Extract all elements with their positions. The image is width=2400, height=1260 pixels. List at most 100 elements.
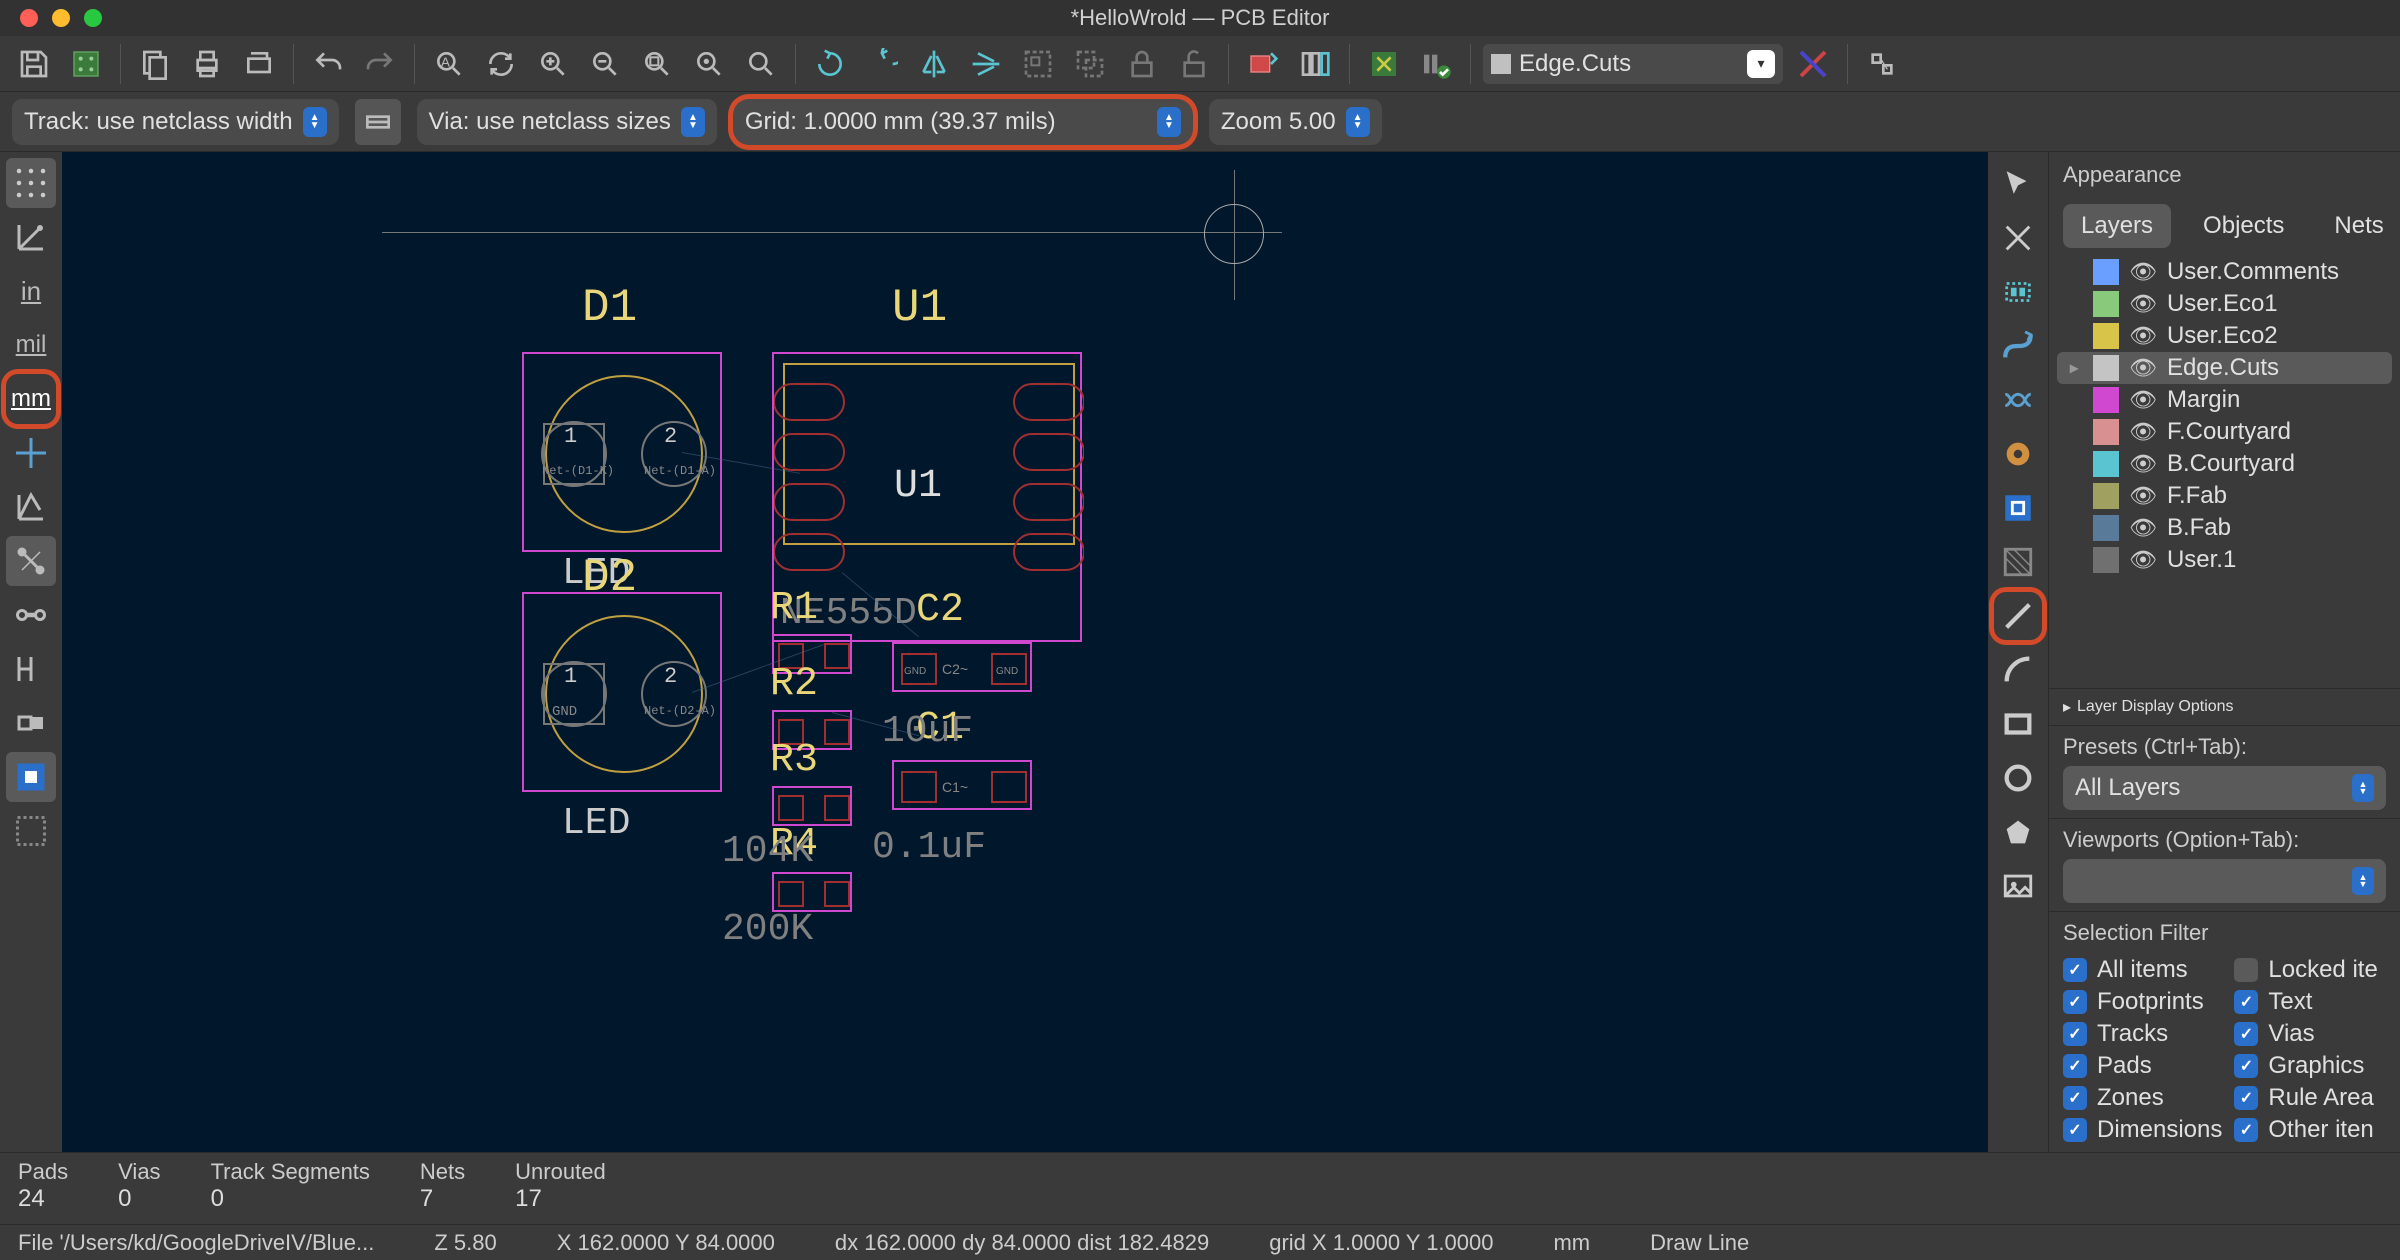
layer-row[interactable]: ▸👁Edge.Cuts [2057,352,2392,384]
layer-row[interactable]: 👁User.Eco1 [2057,288,2392,320]
library-icon[interactable] [1293,42,1337,86]
place-footprint-icon[interactable] [1994,268,2042,316]
draw-polygon-icon[interactable] [1994,808,2042,856]
add-zone-icon[interactable] [1994,484,2042,532]
select-tool-icon[interactable] [1994,160,2042,208]
zoom-in-icon[interactable] [531,42,575,86]
mils-unit-button[interactable]: mil [6,320,56,370]
show-ratsnest-icon[interactable] [1860,42,1904,86]
unlock-icon[interactable] [1172,42,1216,86]
filter-item[interactable]: ✓Rule Area [2234,1084,2386,1112]
checkbox-icon[interactable]: ✓ [2234,990,2258,1014]
rotate-cw-icon[interactable] [860,42,904,86]
minimize-window-button[interactable] [52,9,70,27]
layer-color-swatch[interactable] [2093,451,2119,477]
place-image-icon[interactable] [1994,862,2042,910]
cursor-shape-icon[interactable] [6,428,56,478]
checkbox-icon[interactable]: ✓ [2063,1054,2087,1078]
zoom-out-icon[interactable] [583,42,627,86]
visibility-eye-icon[interactable]: 👁 [2129,547,2157,573]
mirror-h-icon[interactable] [912,42,956,86]
board-setup-icon[interactable] [64,42,108,86]
zoom-objects-icon[interactable] [687,42,731,86]
visibility-eye-icon[interactable]: 👁 [2129,483,2157,509]
checkbox-icon[interactable]: ✓ [2063,1022,2087,1046]
layer-row[interactable]: 👁User.1 [2057,544,2392,576]
page-setup-icon[interactable] [133,42,177,86]
filter-item[interactable]: ✓Footprints [2063,988,2222,1016]
zoom-select[interactable]: Zoom 5.00 ▲▼ [1209,99,1382,145]
footprint-C1[interactable]: C1~ [892,760,1032,810]
redo-icon[interactable] [358,42,402,86]
filter-item[interactable]: ✓Zones [2063,1084,2222,1112]
checkbox-icon[interactable]: ✓ [2234,1022,2258,1046]
checkbox-icon[interactable]: ✓ [2234,1054,2258,1078]
route-track-icon[interactable] [1994,322,2042,370]
ratsnest-curved-icon[interactable] [6,536,56,586]
pcb-canvas[interactable]: D1 1 2 Net-(D1-K) Net-(D1-A) LED D2 1 [62,152,1988,1152]
viewports-select[interactable]: ▲▼ [2063,859,2386,903]
filter-item[interactable]: ✓Dimensions [2063,1116,2222,1144]
chevron-down-icon[interactable]: ▾ [1747,50,1775,78]
save-icon[interactable] [12,42,56,86]
draw-line-icon[interactable] [1994,592,2042,640]
presets-select[interactable]: All Layers ▲▼ [2063,766,2386,810]
track-mode-button[interactable] [355,99,401,145]
visibility-eye-icon[interactable]: 👁 [2129,259,2157,285]
plot-icon[interactable] [237,42,281,86]
layer-color-swatch[interactable] [2093,483,2119,509]
tab-layers[interactable]: Layers [2063,204,2171,248]
footprint-editor-icon[interactable] [1241,42,1285,86]
layer-row[interactable]: 👁B.Courtyard [2057,448,2392,480]
tab-nets[interactable]: Nets [2316,204,2400,248]
checkbox-icon[interactable]: ✓ [2234,1118,2258,1142]
add-rule-area-icon[interactable] [1994,538,2042,586]
filter-item[interactable]: ✓Tracks [2063,1020,2222,1048]
via-display-icon[interactable] [6,752,56,802]
layer-row[interactable]: 👁Margin [2057,384,2392,416]
layer-color-swatch[interactable] [2093,355,2119,381]
group-icon[interactable] [1016,42,1060,86]
filter-item[interactable]: ✓All items [2063,956,2222,984]
via-size-select[interactable]: Via: use netclass sizes ▲▼ [417,99,717,145]
footprint-R3[interactable] [772,786,852,826]
scripting-icon[interactable] [1791,42,1835,86]
layer-color-swatch[interactable] [2093,515,2119,541]
footprint-R4[interactable] [772,872,852,912]
checkbox-icon[interactable] [2234,958,2258,982]
checkbox-icon[interactable]: ✓ [2063,990,2087,1014]
place-via-icon[interactable] [1994,430,2042,478]
find-icon[interactable]: A [427,42,471,86]
draw-rect-icon[interactable] [1994,700,2042,748]
visibility-eye-icon[interactable]: 👁 [2129,419,2157,445]
layer-row[interactable]: 👁B.Fab [2057,512,2392,544]
checkbox-icon[interactable]: ✓ [2063,958,2087,982]
highlight-net-tool-icon[interactable] [1994,214,2042,262]
net-highlight-icon[interactable] [6,590,56,640]
visibility-eye-icon[interactable]: 👁 [2129,387,2157,413]
zoom-fit-icon[interactable] [635,42,679,86]
layer-color-swatch[interactable] [2093,291,2119,317]
checkbox-icon[interactable]: ✓ [2063,1118,2087,1142]
checkbox-icon[interactable]: ✓ [2234,1086,2258,1110]
inches-unit-button[interactable]: in [6,266,56,316]
layer-row[interactable]: 👁User.Comments [2057,256,2392,288]
undo-icon[interactable] [306,42,350,86]
layer-row[interactable]: 👁F.Fab [2057,480,2392,512]
maximize-window-button[interactable] [84,9,102,27]
filter-item[interactable]: ✓Graphics [2234,1052,2386,1080]
filter-item[interactable]: ✓Other iten [2234,1116,2386,1144]
lock-icon[interactable] [1120,42,1164,86]
visibility-eye-icon[interactable]: 👁 [2129,451,2157,477]
ratsnest-toggle-icon[interactable] [6,482,56,532]
drc-icon[interactable] [1414,42,1458,86]
mm-unit-button[interactable]: mm [6,374,56,424]
ungroup-icon[interactable] [1068,42,1112,86]
layer-color-swatch[interactable] [2093,419,2119,445]
close-window-button[interactable] [20,9,38,27]
print-icon[interactable] [185,42,229,86]
layer-color-swatch[interactable] [2093,323,2119,349]
update-pcb-icon[interactable] [1362,42,1406,86]
layer-color-swatch[interactable] [2093,259,2119,285]
refresh-icon[interactable] [479,42,523,86]
